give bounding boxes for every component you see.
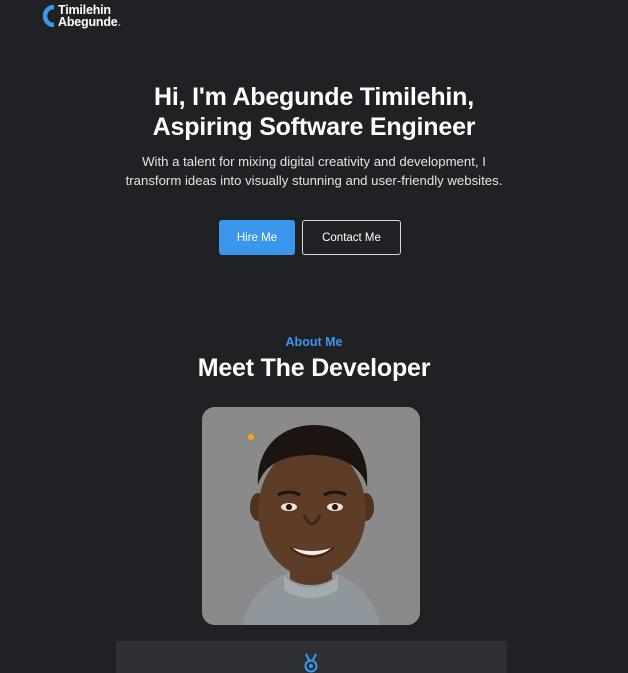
about-title: Meet The Developer: [197, 354, 431, 382]
developer-portrait-image: [202, 407, 420, 625]
skill-card: [116, 641, 507, 673]
hire-me-button[interactable]: Hire Me: [219, 220, 295, 255]
hero-description: With a talent for mixing digital creativ…: [125, 154, 503, 188]
about-eyebrow: About Me: [285, 335, 343, 349]
developer-photo: [202, 407, 420, 625]
hero-title: Hi, I'm Abegunde Timilehin, Aspiring Sof…: [0, 82, 628, 142]
decorative-dot: [248, 434, 254, 440]
logo-dot: .: [117, 15, 122, 29]
logo-line-2: Abegunde: [58, 15, 118, 29]
logo-c-mark-icon: [42, 5, 55, 27]
about-section: About Me Meet The Developer: [0, 335, 628, 383]
hero-section: Hi, I'm Abegunde Timilehin, Aspiring Sof…: [0, 82, 628, 190]
hero-actions: Hire Me Contact Me: [0, 220, 628, 255]
hero-title-line-2: Aspiring Software Engineer: [152, 113, 476, 141]
hero-title-line-1: Hi, I'm Abegunde Timilehin,: [153, 83, 474, 111]
medal-icon: [304, 653, 318, 673]
contact-me-button[interactable]: Contact Me: [302, 220, 401, 255]
logo-wordmark: Timilehin Abegunde.: [58, 4, 122, 29]
site-logo[interactable]: Timilehin Abegunde.: [42, 4, 121, 28]
